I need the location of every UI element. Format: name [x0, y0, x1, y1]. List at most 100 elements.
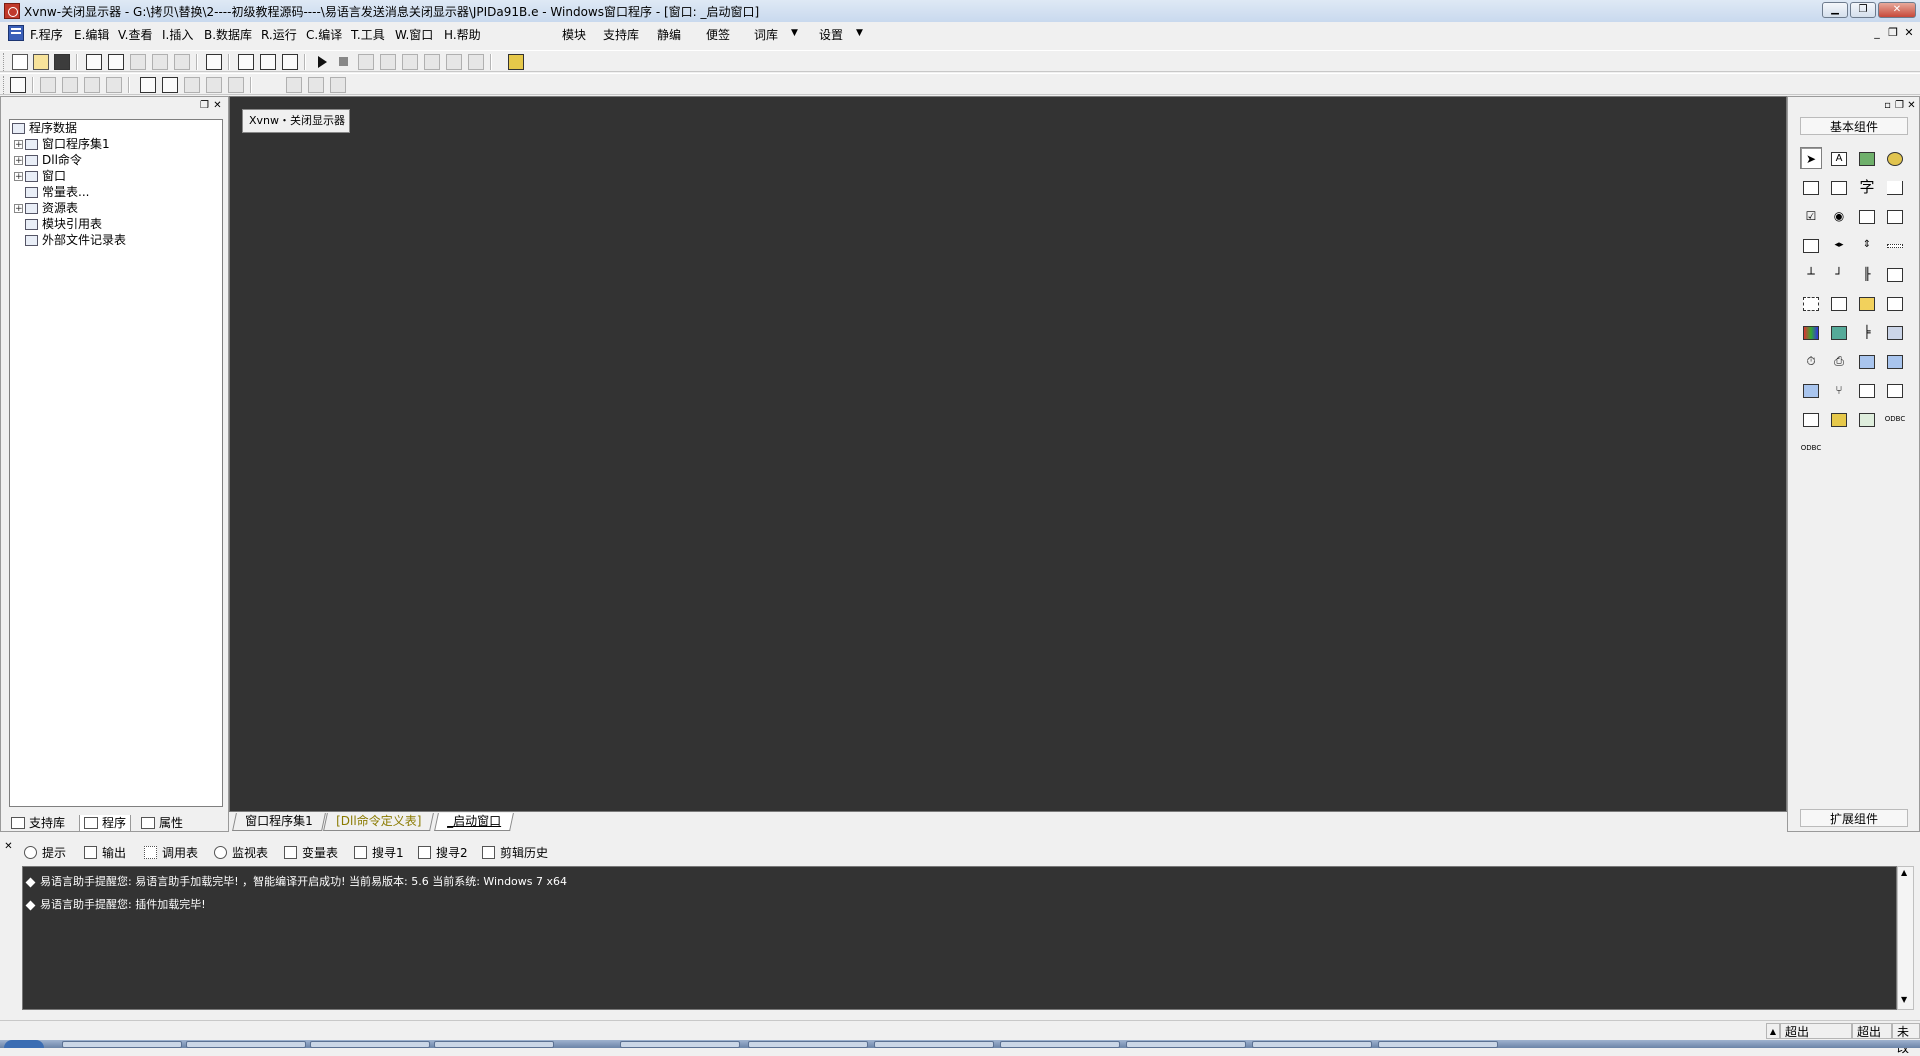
toolbar-grip[interactable] — [3, 53, 7, 71]
tab-output[interactable]: 输出 — [80, 843, 136, 863]
outer-container-icon[interactable] — [1856, 379, 1878, 401]
menu-static[interactable]: 静编 — [657, 26, 681, 43]
taskbar-button[interactable] — [874, 1041, 994, 1048]
taskbar-button[interactable] — [434, 1041, 554, 1048]
timer-icon[interactable]: ⏱ — [1800, 350, 1822, 372]
mdi-minimize-button[interactable]: _ — [1870, 26, 1884, 40]
groupbox-icon[interactable] — [1828, 176, 1850, 198]
open-folder-icon[interactable] — [33, 54, 49, 70]
align-right-icon[interactable] — [62, 77, 78, 93]
video-icon[interactable] — [1884, 263, 1906, 285]
tab-hints[interactable]: 提示 — [20, 843, 76, 863]
calculator-icon[interactable] — [10, 77, 26, 93]
expand-icon[interactable]: + — [14, 172, 23, 182]
radio-button-icon[interactable]: ◉ — [1828, 205, 1850, 227]
menu-view[interactable]: V.查看 — [118, 26, 152, 43]
menu-notes[interactable]: 便签 — [706, 26, 730, 43]
port-icon[interactable]: ⑂ — [1828, 379, 1850, 401]
tab-dll-definitions[interactable]: [Dll命令定义表] — [323, 813, 435, 831]
basic-components-header[interactable]: 基本组件 — [1800, 117, 1908, 135]
center-vertical-icon[interactable] — [162, 77, 178, 93]
tab-program[interactable]: 程序 — [79, 815, 132, 832]
toolbar-grip[interactable] — [3, 76, 7, 94]
expand-icon[interactable]: + — [14, 204, 23, 214]
taskbar-button[interactable] — [1252, 1041, 1372, 1048]
tab-startup-window[interactable]: _启动窗口 — [434, 813, 514, 831]
adjuster-icon[interactable]: ╞ — [1856, 321, 1878, 343]
mdi-close-button[interactable]: ✕ — [1902, 26, 1916, 40]
tree-item-program-data[interactable]: 程序数据 — [10, 120, 222, 136]
panel-restore-button[interactable]: ❐ — [1894, 100, 1905, 111]
tree-item-external-files[interactable]: 外部文件记录表 — [10, 232, 222, 248]
align-bottom-icon[interactable] — [106, 77, 122, 93]
scroll-up-icon[interactable]: ▲ — [1901, 868, 1907, 877]
taskbar-button[interactable] — [620, 1041, 740, 1048]
redo-icon[interactable] — [152, 54, 168, 70]
tab-support-library[interactable]: 支持库 — [7, 815, 69, 832]
vscroll-icon[interactable]: ⇕ — [1856, 234, 1878, 256]
hyperlink-icon[interactable] — [1828, 321, 1850, 343]
panel-pin-button[interactable]: ▫ — [1882, 100, 1893, 111]
data-source-icon[interactable] — [1800, 408, 1822, 430]
tab-watch[interactable]: 监视表 — [210, 843, 276, 863]
space-horizontal-icon[interactable] — [286, 77, 302, 93]
new-file-icon[interactable] — [12, 54, 28, 70]
same-width-icon[interactable] — [206, 77, 222, 93]
picture-box-icon[interactable] — [1856, 147, 1878, 169]
panel-close-button[interactable]: ✕ — [212, 100, 223, 111]
selection-list-icon[interactable] — [1800, 234, 1822, 256]
tab-window-module[interactable]: 窗口程序集1 — [232, 813, 326, 831]
settings-dropdown-icon[interactable]: ▼ — [856, 28, 863, 38]
general-dialog-icon[interactable] — [1884, 321, 1906, 343]
program-tree[interactable]: 程序数据 + 窗口程序集1 + Dll命令 + 窗口 常量表... + 资源表 模块引用… — [9, 119, 223, 807]
start-button[interactable] — [4, 1040, 44, 1048]
stop-icon[interactable] — [336, 54, 352, 70]
text-box-icon[interactable]: 字 — [1856, 176, 1878, 198]
menu-support[interactable]: 支持库 — [603, 26, 639, 43]
maximize-button[interactable]: ❐ — [1850, 2, 1876, 18]
color-picker-icon[interactable] — [1800, 321, 1822, 343]
taskbar-button[interactable] — [1126, 1041, 1246, 1048]
chart-icon[interactable] — [1856, 408, 1878, 430]
tab-control-icon[interactable]: ┘ — [1828, 263, 1850, 285]
pointer-tool-icon[interactable]: ➤ — [1800, 147, 1822, 169]
tree-item-resources[interactable]: + 资源表 — [10, 200, 222, 216]
calendar-icon[interactable] — [1800, 292, 1822, 314]
mdi-restore-button[interactable]: ❐ — [1886, 26, 1900, 40]
scroll-down-icon[interactable]: ▼ — [1901, 995, 1907, 1004]
menu-edit[interactable]: E.编辑 — [74, 26, 109, 43]
client-icon[interactable] — [1884, 350, 1906, 372]
layout-bottom-icon[interactable] — [282, 54, 298, 70]
form-designer[interactable]: Xvnw・关闭显示器 — [229, 96, 1787, 812]
grid-icon[interactable] — [330, 77, 346, 93]
paste-icon[interactable] — [130, 54, 146, 70]
menu-compile[interactable]: C.编译 — [306, 26, 342, 43]
copy-icon[interactable] — [108, 54, 124, 70]
menu-program[interactable]: F.程序 — [30, 26, 63, 43]
extended-components-header[interactable]: 扩展组件 — [1800, 809, 1908, 827]
output-scrollbar[interactable]: ▲ ▼ — [1897, 866, 1914, 1010]
file-box-icon[interactable] — [1884, 292, 1906, 314]
taskbar-button[interactable] — [1000, 1041, 1120, 1048]
tab-variables[interactable]: 变量表 — [280, 843, 346, 863]
panel-close-button[interactable]: ✕ — [1906, 100, 1917, 111]
designed-window[interactable]: Xvnw・关闭显示器 — [242, 109, 350, 133]
tree-item-window[interactable]: + 窗口 — [10, 168, 222, 184]
menu-insert[interactable]: I.插入 — [162, 26, 193, 43]
table-icon[interactable] — [1884, 379, 1906, 401]
taskbar-button[interactable] — [748, 1041, 868, 1048]
tree-item-constants[interactable]: 常量表... — [10, 184, 222, 200]
menu-help[interactable]: H.帮助 — [444, 26, 481, 43]
tab-call-stack[interactable]: 调用表 — [140, 843, 206, 863]
hand-icon[interactable] — [468, 54, 484, 70]
same-size-icon[interactable] — [228, 77, 244, 93]
status-scroll-icon[interactable]: ▲ — [1766, 1023, 1780, 1039]
space-vertical-icon[interactable] — [308, 77, 324, 93]
program-menu-icon[interactable] — [8, 25, 24, 41]
vslider-icon[interactable]: ╟ — [1856, 263, 1878, 285]
cut-icon[interactable] — [86, 54, 102, 70]
find-icon[interactable] — [206, 54, 222, 70]
slider-icon[interactable]: ┴ — [1800, 263, 1822, 285]
menu-window[interactable]: W.窗口 — [395, 26, 433, 43]
align-left-icon[interactable] — [40, 77, 56, 93]
